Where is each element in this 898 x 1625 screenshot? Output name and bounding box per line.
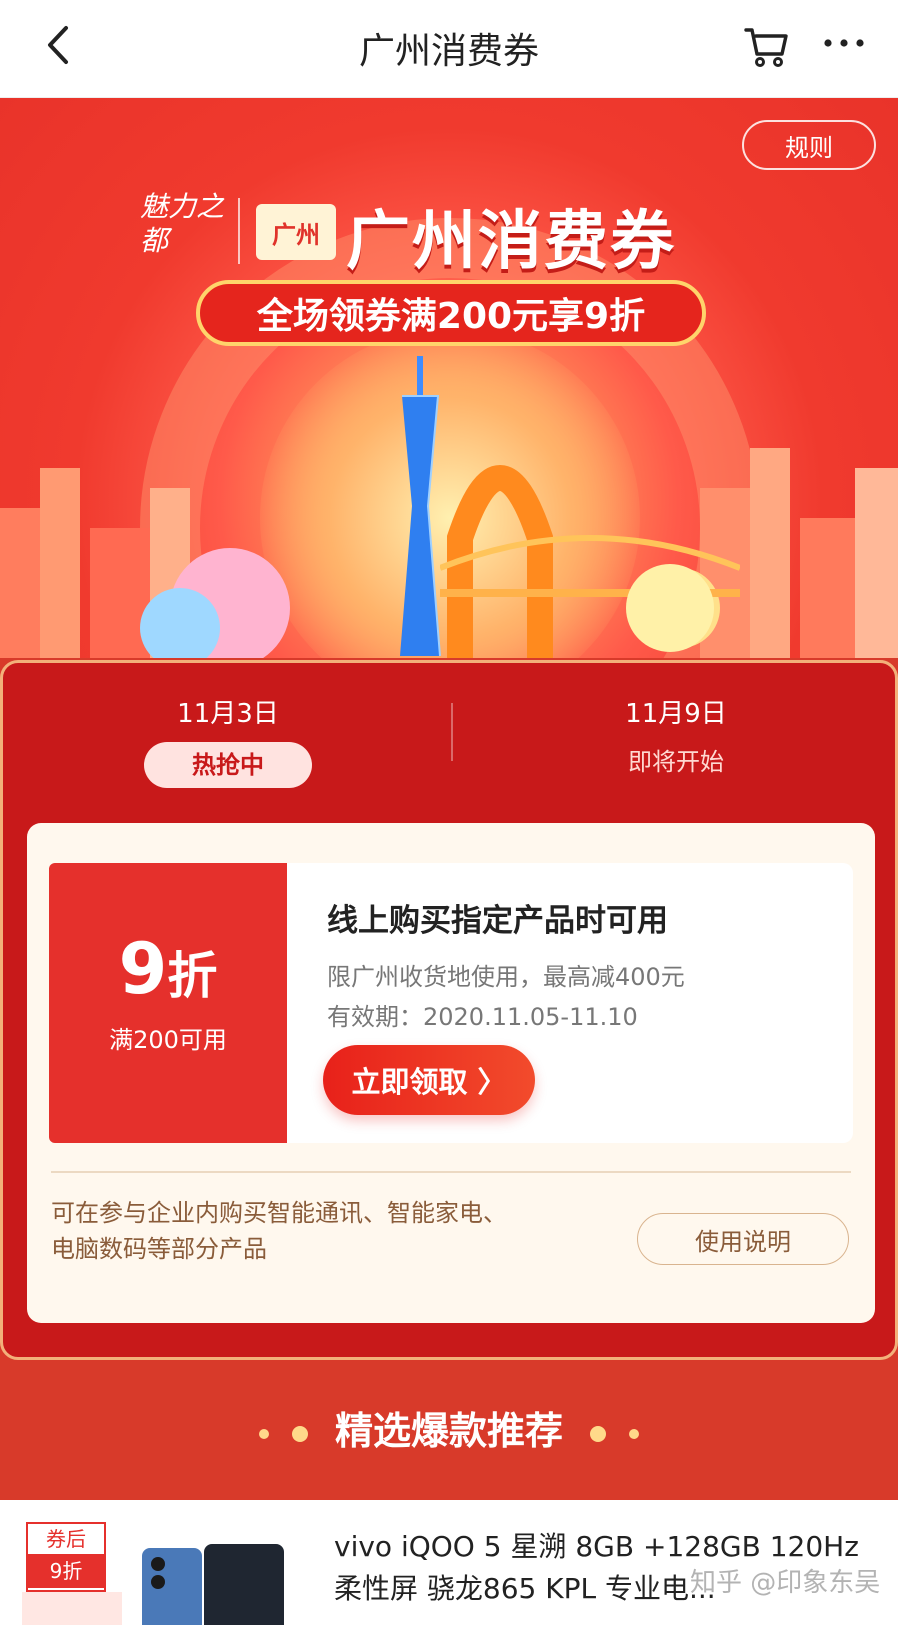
badge-discount: 9折	[28, 1554, 104, 1588]
tab-status-active: 热抢中	[144, 742, 312, 788]
decor-dot	[291, 1425, 308, 1442]
coupon-scope-description: 可在参与企业内购买智能通讯、智能家电、电脑数码等部分产品	[51, 1199, 507, 1263]
claim-now-button[interactable]: 立即领取 〉	[323, 1045, 535, 1115]
discount-number: 9	[118, 928, 168, 1010]
coupon-info-block: 线上购买指定产品时可用 限广州收货地使用，最高减400元 有效期：2020.11…	[287, 863, 853, 1143]
shopping-cart-icon[interactable]	[742, 20, 792, 70]
usage-instructions-button[interactable]: 使用说明	[637, 1213, 849, 1265]
discount-unit: 折	[167, 947, 218, 1005]
product-card[interactable]: 券后 9折 vivo iQOO 5 星溯 8GB +128GB 120Hz柔性屏…	[0, 1500, 898, 1625]
charm-city-logo: 魅力之都	[140, 190, 225, 257]
card-divider	[51, 1171, 851, 1173]
tab-nov-3[interactable]: 11月3日 热抢中	[3, 693, 453, 788]
section-header: 精选爆款推荐	[0, 1400, 898, 1455]
decor-dot	[629, 1428, 640, 1439]
coupon-panel: 11月3日 热抢中 11月9日 即将开始 9折 满200可用 线上购买指定产品时…	[0, 660, 898, 1360]
tab-date: 11月3日	[177, 699, 279, 729]
canton-tower-illustration	[400, 356, 441, 656]
more-options-icon[interactable]	[818, 18, 870, 68]
coupon-validity: 有效期：2020.11.05-11.10	[327, 1003, 638, 1031]
logo-divider	[238, 198, 240, 264]
source-watermark: 知乎 @印象东吴	[690, 1568, 881, 1598]
bridge-illustration	[440, 465, 740, 658]
coupon-restriction: 限广州收货地使用，最高减400元	[327, 963, 685, 991]
discount-value: 9折	[49, 933, 287, 1012]
tab-status-upcoming: 即将开始	[628, 748, 724, 776]
after-coupon-badge: 券后 9折	[26, 1522, 106, 1592]
top-nav-bar: 广州消费券	[0, 0, 898, 98]
rules-button[interactable]: 规则	[742, 120, 876, 170]
coupon-headline: 线上购买指定产品时可用	[327, 903, 668, 939]
decor-dot	[590, 1425, 607, 1442]
section-title: 精选爆款推荐	[334, 1409, 563, 1453]
tab-date: 11月9日	[625, 699, 727, 729]
promo-slogan: 全场领券满200元享9折	[196, 280, 706, 346]
coupon-card: 9折 满200可用 线上购买指定产品时可用 限广州收货地使用，最高减400元 有…	[27, 823, 875, 1323]
tab-nov-9[interactable]: 11月9日 即将开始	[451, 693, 898, 777]
banner-title: 广州消费券	[346, 205, 676, 279]
coupon-value-block: 9折 满200可用	[49, 863, 287, 1143]
discount-condition: 满200可用	[109, 1026, 227, 1054]
promo-banner: 规则 魅力之都 广州 广州消费券 全场领券满200元享9折	[0, 98, 898, 658]
city-skyline-left-illustration	[0, 468, 290, 658]
decor-dot	[258, 1428, 269, 1439]
city-tag: 广州	[256, 204, 336, 260]
badge-label: 券后	[46, 1527, 86, 1551]
